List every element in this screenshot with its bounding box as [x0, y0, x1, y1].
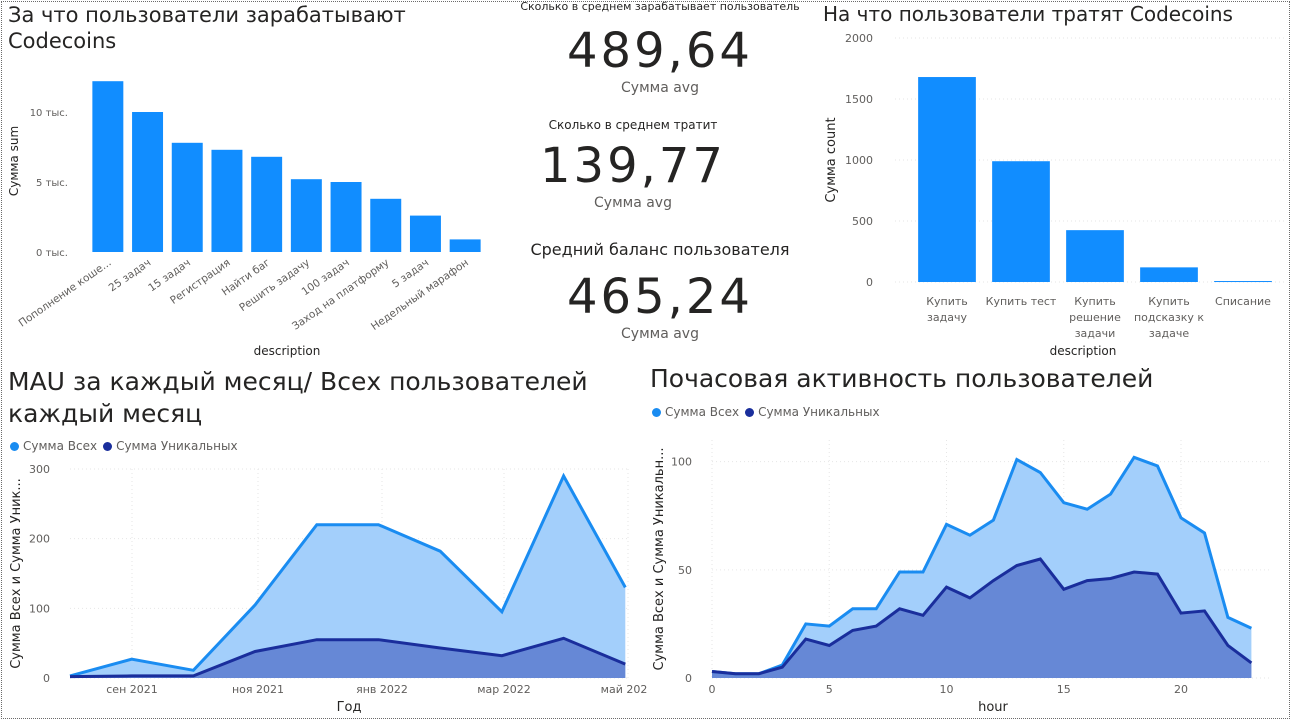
kpi-card-earn[interactable]: Сколько в среднем зарабатывает пользоват…: [505, 0, 815, 118]
hourly-xtick-label: 5: [826, 683, 833, 696]
hourly-y-axis-title: Сумма Всех и Сумма Уникальн...: [652, 448, 667, 671]
hourly-legend-all: Сумма Всех: [665, 405, 740, 419]
kpi-card-balance[interactable]: Средний баланс пользователя 465,24 Сумма…: [505, 240, 815, 358]
hourly-xtick-label: 20: [1174, 683, 1188, 696]
earn-bar: [290, 179, 322, 252]
spend-ytick-label: 2000: [845, 32, 873, 45]
kpi-earn-caption: Сколько в среднем зарабатывает пользоват…: [520, 0, 800, 13]
earn-bar: [92, 81, 124, 252]
mau-ytick-label: 200: [29, 533, 50, 546]
hourly-area-chart[interactable]: 0 50 100 0 5 10 15 20 Сумма Всех и Сумма Уникаль…: [645, 420, 1290, 720]
kpi-balance-caption: Средний баланс пользователя: [530, 240, 790, 259]
mau-legend-uniq: Сумма Уникальных: [116, 439, 238, 453]
spend-category-label: Купить подсказку к задаче: [1134, 295, 1204, 340]
mau-legend-all-dot: [10, 441, 19, 451]
earn-bar: [251, 156, 283, 252]
mau-area-chart[interactable]: 0 100 200 300 сен 2021 ноя 2021 янв 2022 мар 20…: [0, 455, 650, 720]
mau-title-line2: каждый месяц: [8, 399, 203, 428]
earn-bar: [409, 215, 441, 252]
mau-ytick-label: 0: [43, 672, 50, 685]
earn-bar: [171, 142, 203, 252]
spend-ytick-label: 0: [866, 276, 873, 289]
earn-bar: [370, 198, 402, 252]
earn-chart-title: За что пользователи зарабатывают Codecoi…: [8, 2, 406, 54]
mau-y-axis-title: Сумма Всех и Сумма Уник...: [9, 478, 24, 669]
mau-x-axis-title: Год: [337, 700, 362, 715]
earn-bar-chart[interactable]: 0 тыс. 5 тыс. 10 тыс. Пополнение коше...25 …: [0, 60, 515, 360]
spend-bar: [992, 161, 1050, 282]
spend-bar: [1066, 230, 1124, 282]
spend-category-label: Купить задачу: [926, 295, 968, 324]
spend-bar-chart[interactable]: 0 500 1000 1500 2000 Купить задачу Купить тест К…: [815, 28, 1285, 363]
hourly-ytick-label: 50: [678, 564, 692, 577]
hourly-chart-title: Почасовая активность пользователей: [650, 364, 1154, 393]
kpi-spend-value: 139,77: [540, 138, 726, 194]
hourly-legend-all-dot: [652, 407, 661, 417]
spend-category-label: Купить решение задачи: [1069, 295, 1121, 340]
mau-title-line1: MAU за каждый месяц/ Всех пользователей: [8, 367, 588, 396]
earn-title-line2: Codecoins: [8, 29, 117, 53]
mau-legend-uniq-dot: [103, 441, 113, 451]
mau-xtick-label: ноя 2021: [232, 683, 284, 696]
spend-y-axis-title: Сумма count: [824, 117, 839, 202]
earn-category-label: Решить задачу: [237, 257, 312, 314]
earn-bar: [132, 112, 164, 252]
spend-ytick-label: 500: [852, 215, 873, 228]
kpi-balance-sub: Сумма avg: [621, 326, 699, 342]
earn-title-line1: За что пользователи зарабатывают: [8, 3, 406, 27]
spend-bar: [1140, 267, 1198, 282]
spend-category-label: Списание: [1215, 295, 1271, 308]
kpi-balance-value: 465,24: [567, 269, 753, 325]
spend-chart-title: На что пользователи тратят Codecoins: [823, 2, 1233, 26]
earn-y-axis-title: Сумма sum: [7, 126, 21, 196]
earn-ytick-label: 10 тыс.: [30, 108, 68, 119]
hourly-xtick-label: 0: [709, 683, 716, 696]
kpi-spend-caption: Сколько в среднем тратит: [548, 118, 718, 132]
earn-category-label: Пополнение коше...: [17, 257, 114, 330]
earn-category-label: 25 задач: [107, 257, 154, 295]
earn-ytick-label: 0 тыс.: [36, 248, 68, 259]
hourly-xtick-label: 10: [940, 683, 954, 696]
spend-category-label: Купить тест: [986, 295, 1057, 308]
hourly-ytick-label: 100: [671, 456, 692, 469]
spend-ytick-label: 1500: [845, 93, 873, 106]
kpi-earn-sub: Сумма avg: [621, 80, 699, 96]
hourly-legend-uniq: Сумма Уникальных: [758, 405, 880, 419]
hourly-legend-uniq-dot: [745, 407, 755, 417]
mau-xtick-label: май 202: [601, 683, 648, 696]
mau-chart-title: MAU за каждый месяц/ Всех пользователей …: [8, 366, 588, 430]
hourly-xtick-label: 15: [1057, 683, 1071, 696]
hourly-x-axis-title: hour: [978, 700, 1008, 715]
mau-legend-all: Сумма Всех: [23, 439, 98, 453]
earn-bar: [449, 239, 481, 252]
kpi-earn-value: 489,64: [567, 23, 753, 79]
spend-bar: [918, 77, 976, 282]
spend-bar: [1214, 281, 1272, 283]
mau-legend: Сумма Всех Сумма Уникальных: [10, 439, 238, 453]
earn-ytick-label: 5 тыс.: [36, 178, 68, 189]
earn-bar: [211, 149, 243, 252]
mau-ytick-label: 100: [29, 602, 50, 615]
spend-x-axis-title: description: [1050, 344, 1117, 358]
kpi-card-spend[interactable]: Сколько в среднем тратит 139,77 Сумма av…: [478, 118, 788, 238]
earn-bar: [330, 182, 362, 252]
spend-ytick-label: 1000: [845, 154, 873, 167]
mau-xtick-label: мар 2022: [477, 683, 531, 696]
kpi-spend-sub: Сумма avg: [594, 195, 672, 211]
mau-xtick-label: сен 2021: [106, 683, 158, 696]
mau-ytick-label: 300: [29, 463, 50, 476]
mau-xtick-label: янв 2022: [356, 683, 408, 696]
earn-x-axis-title: description: [254, 344, 321, 358]
hourly-legend: Сумма Всех Сумма Уникальных: [652, 405, 880, 419]
hourly-ytick-label: 0: [685, 672, 692, 685]
